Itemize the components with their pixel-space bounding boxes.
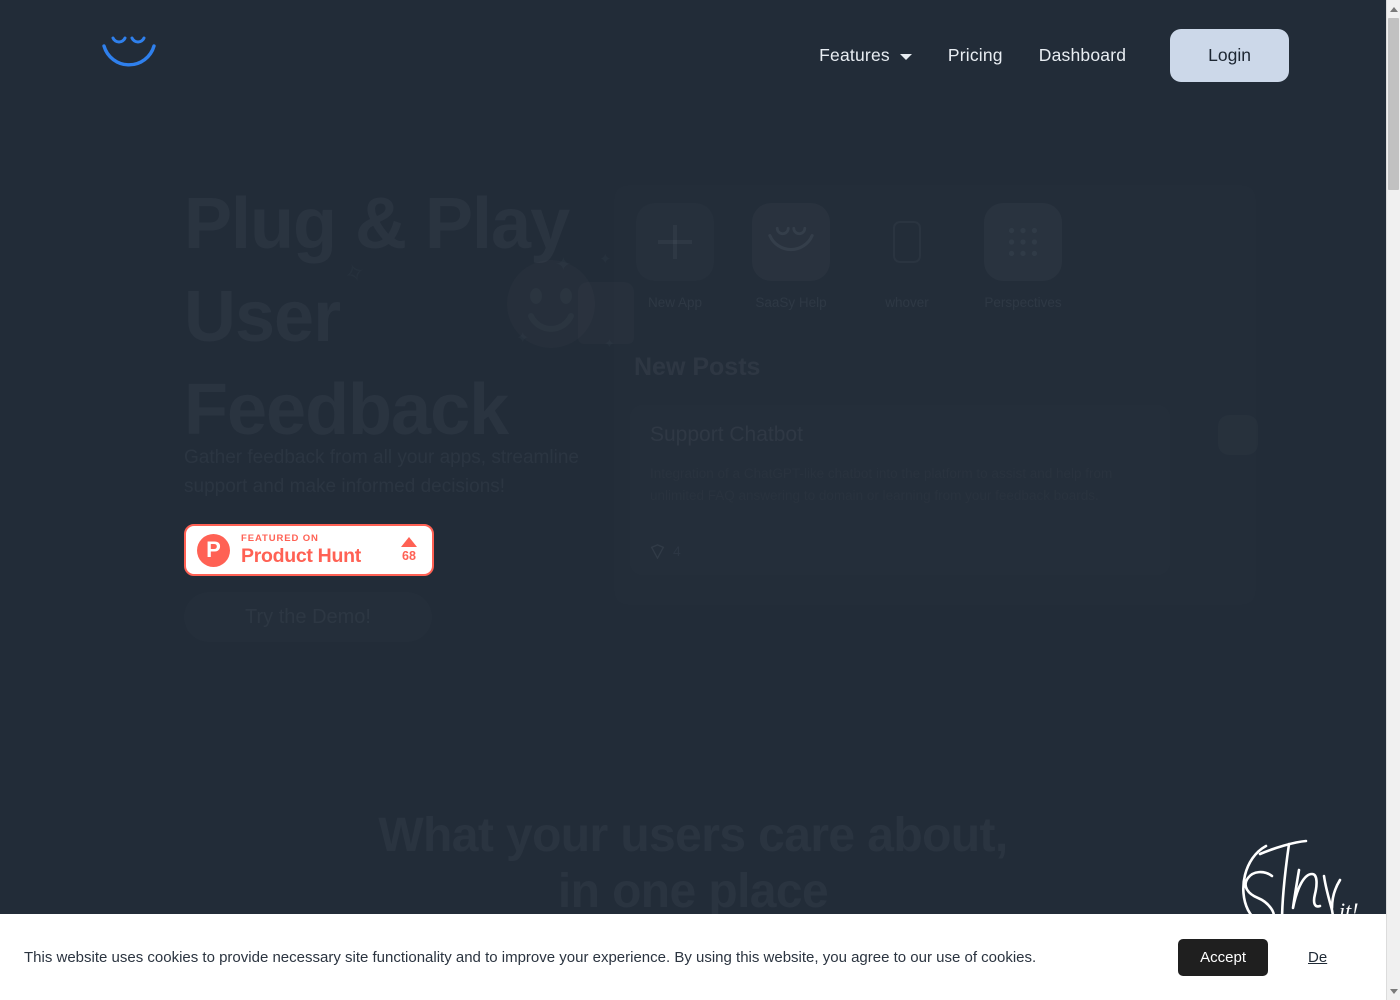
new-posts-heading: New Posts bbox=[634, 353, 761, 381]
app-tile-saasy-help[interactable]: SaaSy Help bbox=[752, 203, 830, 310]
triangle-up-icon bbox=[401, 537, 417, 547]
page-canvas: Features Pricing Dashboard Login Plug & … bbox=[0, 0, 1386, 1000]
app-tile-label: SaaSy Help bbox=[755, 295, 827, 310]
vertical-scrollbar[interactable] bbox=[1386, 0, 1400, 1000]
scrollbar-up-arrow[interactable] bbox=[1387, 2, 1400, 16]
product-hunt-text: FEATURED ON Product Hunt bbox=[241, 534, 401, 566]
login-button[interactable]: Login bbox=[1170, 28, 1289, 82]
app-tile-label: Perspectives bbox=[984, 295, 1062, 310]
section-heading-line2: in one place bbox=[0, 864, 1386, 920]
product-hunt-featured-label: FEATURED ON bbox=[241, 533, 319, 544]
cookie-banner: This website uses cookies to provide nec… bbox=[0, 914, 1386, 1000]
post-comment-count: 4 bbox=[673, 543, 681, 559]
try-demo-button[interactable]: Try the Demo! bbox=[184, 592, 432, 642]
app-tile-new-app[interactable]: New App bbox=[636, 203, 714, 310]
nav-label-features: Features bbox=[819, 44, 890, 65]
whover-tile-box bbox=[868, 203, 946, 281]
post-title: Support Chatbot bbox=[650, 423, 803, 446]
plus-icon bbox=[658, 225, 692, 259]
product-hunt-logo-icon: P bbox=[197, 533, 230, 567]
new-app-tile-box bbox=[636, 203, 714, 281]
saasy-help-tile-box bbox=[752, 203, 830, 281]
chevron-down-icon bbox=[899, 53, 912, 60]
page-root: Features Pricing Dashboard Login Plug & … bbox=[0, 0, 1400, 1000]
product-hunt-badge[interactable]: P FEATURED ON Product Hunt 68 bbox=[184, 524, 434, 576]
decorative-sparkle-icon: ✦ bbox=[599, 250, 612, 268]
nav-item-pricing[interactable]: Pricing bbox=[930, 45, 1021, 66]
whover-icon bbox=[893, 221, 921, 263]
product-hunt-upvote-count: 68 bbox=[402, 549, 416, 563]
section-heading-line1: What your users care about, bbox=[0, 808, 1386, 864]
post-meta: 4 bbox=[650, 543, 681, 559]
nav-item-dashboard[interactable]: Dashboard bbox=[1021, 45, 1144, 66]
hero-subtitle: Gather feedback from all your apps, stre… bbox=[184, 447, 579, 497]
cookie-accept-button[interactable]: Accept bbox=[1178, 938, 1268, 976]
perspectives-tile-box bbox=[984, 203, 1062, 281]
decorative-sparkle-icon: ✦ bbox=[516, 328, 529, 348]
smiley-icon bbox=[768, 226, 814, 252]
nav-label-dashboard: Dashboard bbox=[1038, 44, 1127, 65]
nav-label-pricing: Pricing bbox=[947, 44, 1003, 65]
product-hunt-name: Product Hunt bbox=[241, 544, 361, 567]
nav-item-features[interactable]: Features bbox=[801, 45, 930, 66]
post-avatar bbox=[1218, 415, 1258, 455]
app-tile-perspectives[interactable]: Perspectives bbox=[984, 203, 1062, 310]
comment-icon bbox=[650, 543, 665, 559]
decorative-sparkle-icon: ✦ bbox=[555, 252, 572, 277]
cookie-message: This website uses cookies to provide nec… bbox=[24, 948, 1037, 966]
section-heading: What your users care about, in one place bbox=[0, 808, 1386, 920]
smiley-logo[interactable] bbox=[98, 28, 160, 80]
site-header: Features Pricing Dashboard Login bbox=[0, 0, 1386, 110]
app-tile-label: New App bbox=[647, 295, 703, 310]
perspectives-icon bbox=[1008, 227, 1038, 257]
smiley-logo-icon bbox=[102, 36, 156, 67]
app-tile-label: whover bbox=[885, 295, 929, 310]
post-body: Integration of a ChatGPT-like chatbot in… bbox=[650, 463, 1150, 507]
app-tile-row: New App SaaSy Help whover Perspectives bbox=[636, 203, 1062, 310]
scrollbar-down-arrow[interactable] bbox=[1387, 984, 1400, 998]
app-tile-whover[interactable]: whover bbox=[868, 203, 946, 310]
scrollbar-thumb[interactable] bbox=[1388, 18, 1399, 190]
main-nav: Features Pricing Dashboard Login bbox=[801, 0, 1289, 110]
cookie-decline-link[interactable]: De bbox=[1308, 949, 1330, 966]
post-card[interactable]: Support Chatbot Integration of a ChatGPT… bbox=[630, 405, 1170, 575]
product-hunt-upvotes[interactable]: 68 bbox=[401, 537, 417, 563]
dashboard-preview: New App SaaSy Help whover Perspectives N… bbox=[614, 185, 1256, 605]
